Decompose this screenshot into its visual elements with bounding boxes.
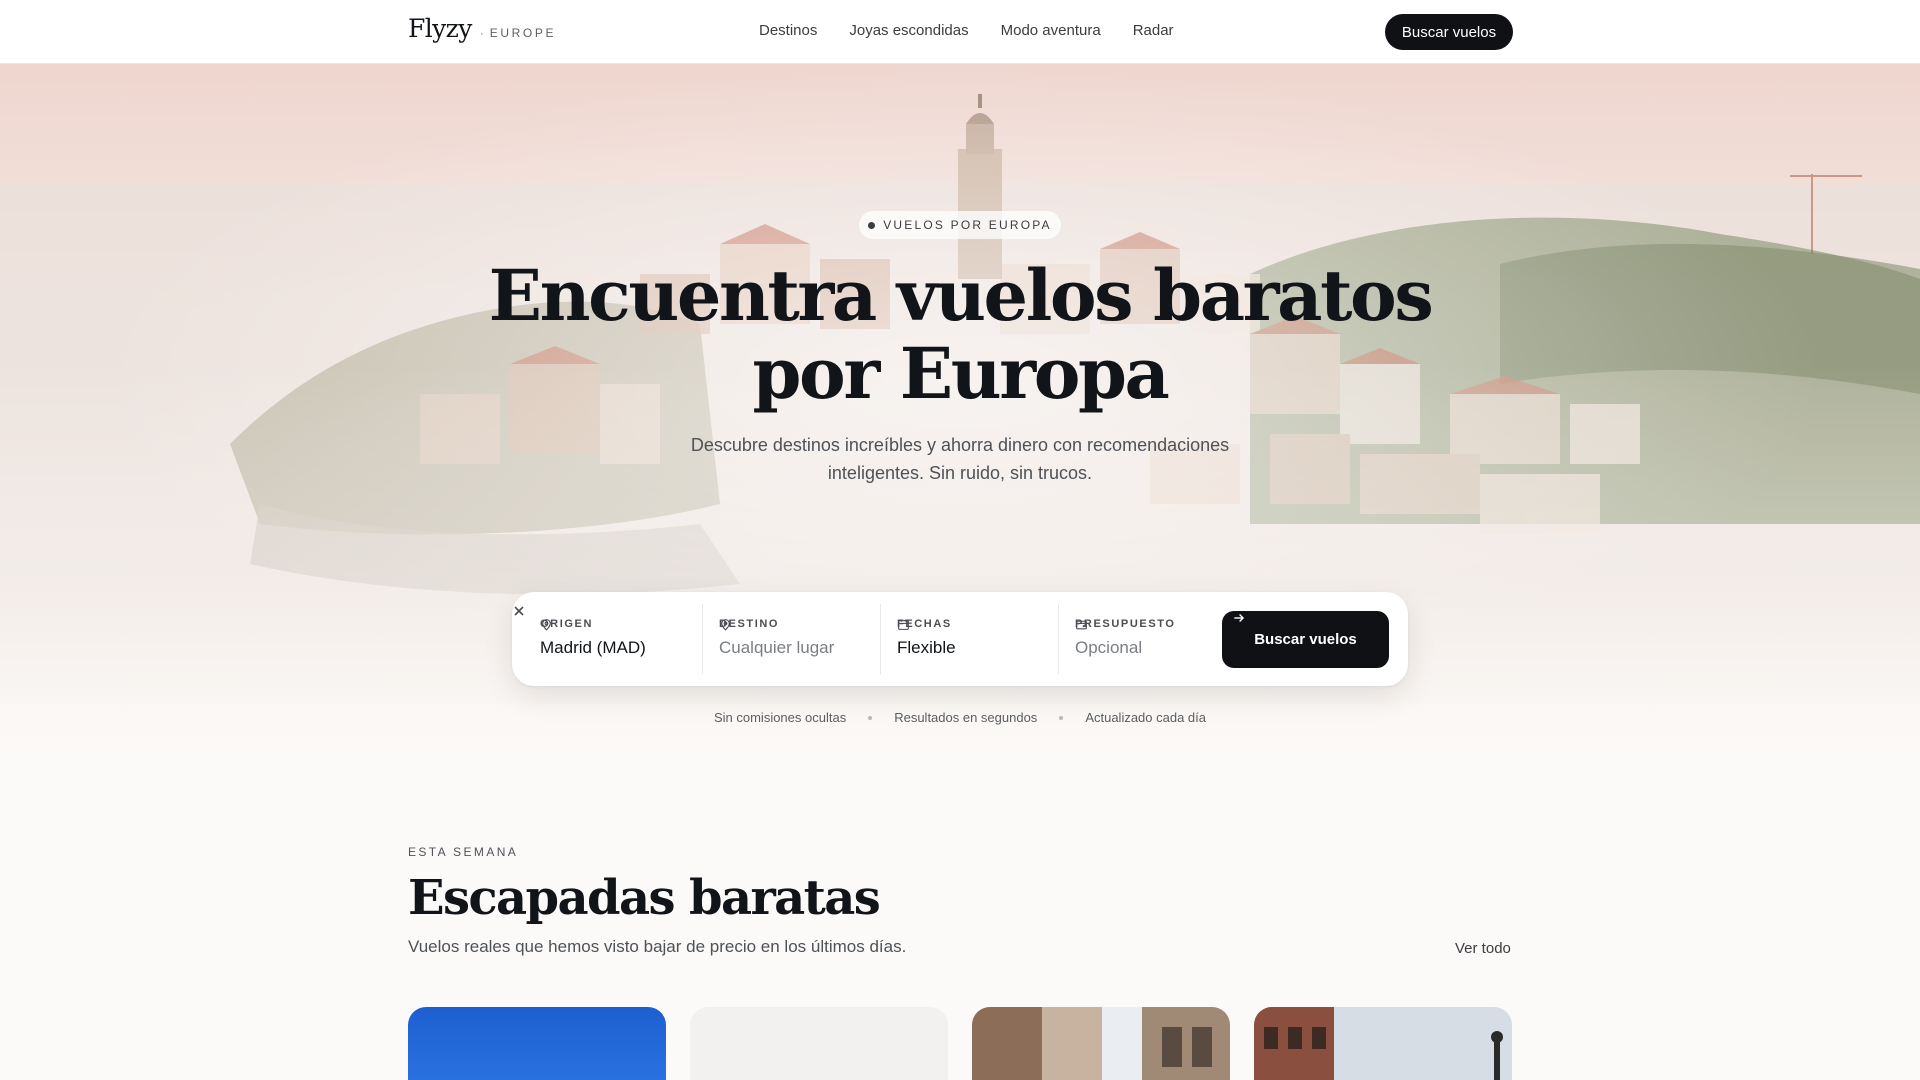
brand-logo[interactable]: Flyzy · EUROPE [408, 14, 556, 43]
map-pin-icon [721, 619, 730, 631]
brand-separator: · [479, 26, 484, 40]
budget-label-text: PRESUPUESTO [1075, 618, 1176, 630]
deal-card-image [1254, 1007, 1512, 1080]
deal-card[interactable] [690, 1007, 948, 1080]
hero-title: Encuentra vuelos baratos por Europa [460, 257, 1460, 413]
destination-input[interactable]: Cualquier lugar [719, 638, 834, 658]
hero-subtitle: Descubre destinos increíbles y ahorra di… [660, 431, 1260, 487]
hero-subtitle-line-2: inteligentes. Sin ruido, sin trucos. [827, 463, 1093, 483]
origin-value[interactable]: Madrid (MAD) [540, 638, 646, 658]
dates-field[interactable]: FECHAS Flexible [880, 604, 1058, 674]
section-eyebrow: ESTA SEMANA [408, 845, 519, 859]
feature-item: Resultados en segundos [894, 710, 1038, 725]
flight-search-form: ORIGEN Madrid (MAD) DESTINO Cualquier lu… [512, 592, 1408, 686]
arrow-right-icon [1234, 614, 1245, 622]
brand-region: EUROPE [489, 26, 557, 40]
origin-label: ORIGEN [540, 618, 593, 631]
search-flights-button-label: Buscar vuelos [1254, 631, 1357, 648]
nav-link-radar[interactable]: Radar [1133, 22, 1174, 39]
calendar-icon [898, 619, 909, 630]
section-title: Escapadas baratas [408, 870, 881, 926]
see-all-link[interactable]: Ver todo [1455, 940, 1511, 957]
feature-separator [1059, 715, 1064, 720]
nav-link-destinos[interactable]: Destinos [759, 22, 817, 39]
budget-field[interactable]: PRESUPUESTO Opcional [1058, 604, 1218, 674]
deal-card-image [408, 1007, 666, 1080]
dates-label: FECHAS [897, 618, 952, 630]
budget-input[interactable]: Opcional [1075, 638, 1142, 658]
hero-subtitle-line-1: Descubre destinos increíbles y ahorra di… [690, 435, 1230, 455]
section-subtitle: Vuelos reales que hemos visto bajar de p… [408, 937, 907, 956]
nav-links: Destinos Joyas escondidas Modo aventura … [759, 22, 1206, 39]
deal-card-image [690, 1007, 948, 1080]
feature-list: Sin comisiones ocultas Resultados en seg… [0, 710, 1920, 725]
deal-card[interactable] [972, 1007, 1230, 1080]
top-nav: Flyzy · EUROPE Destinos Joyas escondidas… [0, 0, 1920, 64]
feature-item: Actualizado cada día [1085, 710, 1207, 725]
destination-label: DESTINO [719, 618, 779, 631]
clear-origin-close-icon[interactable] [512, 604, 526, 618]
nav-link-modo-aventura[interactable]: Modo aventura [1001, 22, 1101, 39]
hero-title-line-1: Encuentra vuelos baratos [488, 254, 1434, 337]
wallet-icon [1076, 620, 1087, 630]
budget-label: PRESUPUESTO [1075, 618, 1176, 630]
brand-name: Flyzy [408, 14, 472, 43]
deal-card-image [972, 1007, 1230, 1080]
origin-field[interactable]: ORIGEN Madrid (MAD) [512, 604, 702, 674]
deal-card[interactable] [1254, 1007, 1512, 1080]
hero-title-line-2: por Europa [752, 332, 1169, 415]
nav-link-joyas-escondidas[interactable]: Joyas escondidas [849, 22, 968, 39]
dates-value[interactable]: Flexible [897, 638, 956, 658]
feature-item: Sin comisiones ocultas [713, 710, 847, 725]
map-pin-icon [542, 619, 551, 631]
hero: VUELOS POR EUROPA Encuentra vuelos barat… [0, 64, 1920, 764]
search-flights-button[interactable]: Buscar vuelos [1222, 611, 1389, 668]
badge-dot-icon [868, 221, 876, 229]
hero-badge: VUELOS POR EUROPA [859, 211, 1061, 239]
deal-card[interactable] [408, 1007, 666, 1080]
nav-search-flights-button[interactable]: Buscar vuelos [1385, 14, 1513, 50]
feature-separator [868, 715, 873, 720]
destination-field[interactable]: DESTINO Cualquier lugar [702, 604, 880, 674]
hero-badge-label: VUELOS POR EUROPA [883, 218, 1052, 232]
